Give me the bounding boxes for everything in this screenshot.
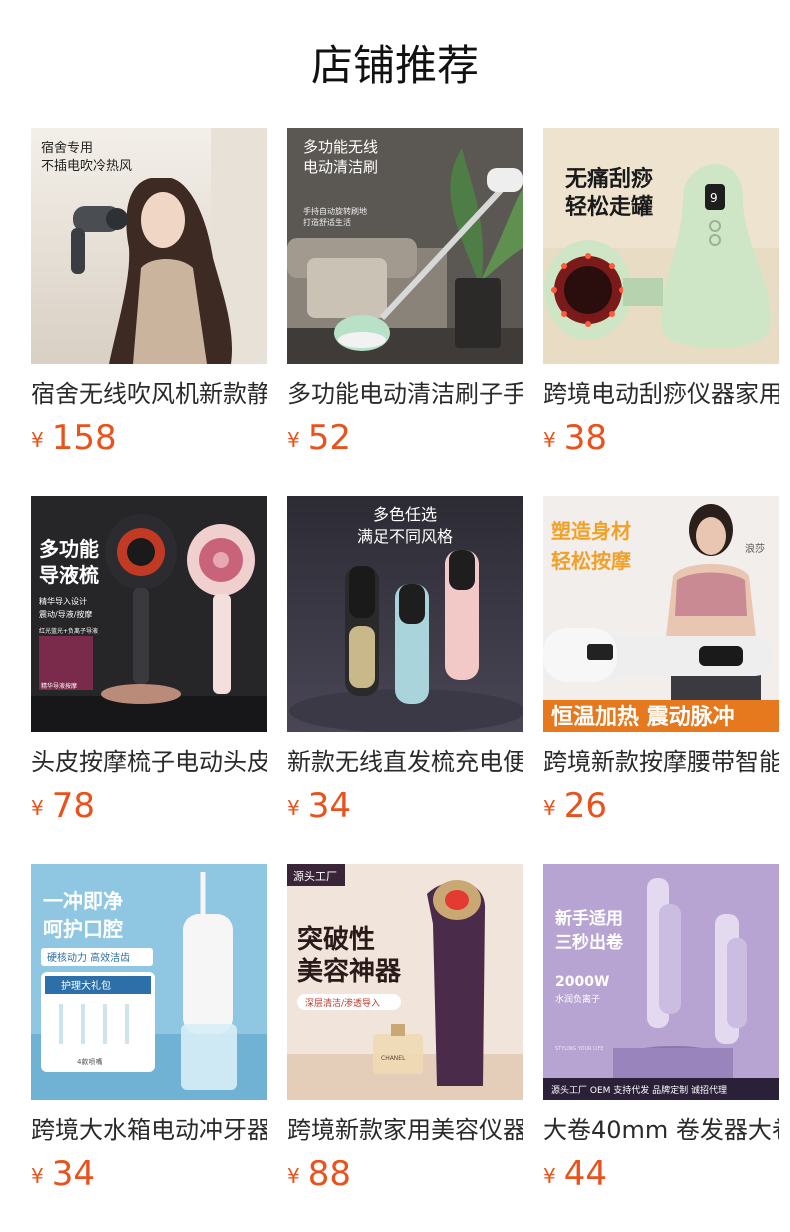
overlay-text: 深层清洁/渗透导入 [305,997,380,1009]
overlay-text: 无痛刮痧 [565,166,653,192]
overlay-text: 恒温加热 震动脉冲 [551,704,735,730]
overlay-text: 精华导入设计 [39,596,87,606]
product-price: ¥34 [287,784,523,828]
product-name[interactable]: 宿舍无线吹风机新款静音 [31,376,267,412]
price-amount: 52 [307,418,351,458]
currency-symbol: ¥ [287,428,300,452]
product-image[interactable]: 新手适用 三秒出卷 2000W 水润负离子 STYLING YOUR LIFE … [543,864,779,1100]
overlay-text: 多功能无线 [303,138,378,156]
overlay-text: 源头工厂 [293,869,337,883]
cleaning-brush-icon: 多功能无线 电动清洁刷 手持自动旋转刷地 打造舒适生活 [287,128,523,364]
product-price: ¥44 [543,1152,779,1196]
overlay-text: 宿舍专用 [41,140,93,156]
price-amount: 26 [563,786,607,826]
product-name[interactable]: 大卷40mm 卷发器大卷 [543,1112,779,1148]
overlay-text: 轻松走罐 [565,194,653,220]
currency-symbol: ¥ [31,1164,44,1188]
overlay-text: 轻松按摩 [551,549,631,573]
product-name[interactable]: 跨境新款按摩腰带智能 [543,744,779,780]
massage-belt-icon: 塑造身材 轻松按摩 恒温加热 震动脉冲 浪莎 [543,496,779,732]
product-name[interactable]: 跨境电动刮痧仪器家用 [543,376,779,412]
price-amount: 38 [563,418,607,458]
product-image[interactable]: 无痛刮痧 轻松走罐 9 [543,128,779,364]
currency-symbol: ¥ [543,1164,556,1188]
beauty-device-icon: 源头工厂 突破性 美容神器 深层清洁/渗透导入 CHANEL [287,864,523,1100]
product-price: ¥34 [31,1152,267,1196]
overlay-text: 不插电吹冷热风 [41,159,132,174]
overlay-text: 美容神器 [297,956,402,987]
product-name[interactable]: 跨境大水箱电动冲牙器 [31,1112,267,1148]
currency-symbol: ¥ [31,796,44,820]
curling-iron-icon: 新手适用 三秒出卷 2000W 水润负离子 STYLING YOUR LIFE … [543,864,779,1100]
overlay-text: 9 [710,191,718,205]
product-price: ¥158 [31,416,267,460]
overlay-text: 呵护口腔 [43,917,123,941]
product-name[interactable]: 新款无线直发梳充电便携 [287,744,523,780]
overlay-text: STYLING YOUR LIFE [555,1046,603,1052]
hair-dryer-icon: 宿舍专用 不插电吹冷热风 [31,128,267,364]
overlay-text: 电动清洁刷 [303,158,378,176]
scalp-comb-icon: 多功能 导液梳 精华导入设计 震动/导液/按摩 红光蓝光+负离子导液 精华导液按… [31,496,267,732]
overlay-text: 水润负离子 [555,993,600,1005]
product-price: ¥38 [543,416,779,460]
overlay-text: 导液梳 [39,563,99,587]
water-flosser-icon: 一冲即净 呵护口腔 硬核动力 高效洁齿 护理大礼包 4款喷嘴 [31,864,267,1100]
product-image[interactable]: 多功能 导液梳 精华导入设计 震动/导液/按摩 红光蓝光+负离子导液 精华导液按… [31,496,267,732]
currency-symbol: ¥ [31,428,44,452]
currency-symbol: ¥ [287,796,300,820]
product-image[interactable]: 一冲即净 呵护口腔 硬核动力 高效洁齿 护理大礼包 4款喷嘴 [31,864,267,1100]
overlay-text: 4款喷嘴 [77,1057,102,1066]
price-amount: 34 [307,786,351,826]
overlay-text: 2000W [555,974,609,990]
overlay-text: 精华导液按摩 [41,682,77,690]
price-amount: 34 [51,1154,95,1194]
price-amount: 88 [307,1154,351,1194]
price-amount: 158 [51,418,117,458]
product-image[interactable]: 源头工厂 突破性 美容神器 深层清洁/渗透导入 CHANEL [287,864,523,1100]
overlay-text: 三秒出卷 [555,932,624,953]
currency-symbol: ¥ [543,428,556,452]
overlay-text: 一冲即净 [43,889,123,913]
brand-logo: 浪莎 [745,542,765,555]
overlay-text: 红光蓝光+负离子导液 [39,627,98,635]
overlay-text: CHANEL [381,1055,406,1062]
product-price: ¥88 [287,1152,523,1196]
overlay-text: 突破性 [297,924,375,955]
page-title: 店铺推荐 [310,41,479,90]
overlay-text: 满足不同风格 [357,527,453,546]
overlay-text: 多功能 [39,537,99,561]
product-image[interactable]: 多色任选 满足不同风格 [287,496,523,732]
overlay-text: 手持自动旋转刷地 [303,206,367,216]
overlay-text: 震动/导液/按摩 [39,609,92,619]
product-name[interactable]: 头皮按摩梳子电动头皮 [31,744,267,780]
overlay-text: 硬核动力 高效洁齿 [47,951,130,964]
currency-symbol: ¥ [287,1164,300,1188]
product-image[interactable]: 塑造身材 轻松按摩 恒温加热 震动脉冲 浪莎 [543,496,779,732]
product-price: ¥52 [287,416,523,460]
product-price: ¥78 [31,784,267,828]
straightening-brush-icon: 多色任选 满足不同风格 [287,496,523,732]
overlay-text: 护理大礼包 [61,979,111,992]
price-amount: 44 [563,1154,607,1194]
product-image[interactable]: 宿舍专用 不插电吹冷热风 [31,128,267,364]
overlay-text: 塑造身材 [551,519,631,543]
product-price: ¥26 [543,784,779,828]
overlay-text: 源头工厂 OEM 支持代发 品牌定制 诚招代理 [551,1084,727,1096]
overlay-text: 打造舒适生活 [303,217,351,227]
currency-symbol: ¥ [543,796,556,820]
product-name[interactable]: 多功能电动清洁刷子手持 [287,376,523,412]
price-amount: 78 [51,786,95,826]
gua-sha-device-icon: 无痛刮痧 轻松走罐 9 [543,128,779,364]
product-name[interactable]: 跨境新款家用美容仪器 [287,1112,523,1148]
product-image[interactable]: 多功能无线 电动清洁刷 手持自动旋转刷地 打造舒适生活 [287,128,523,364]
overlay-text: 多色任选 [373,505,437,524]
overlay-text: 新手适用 [555,908,623,929]
